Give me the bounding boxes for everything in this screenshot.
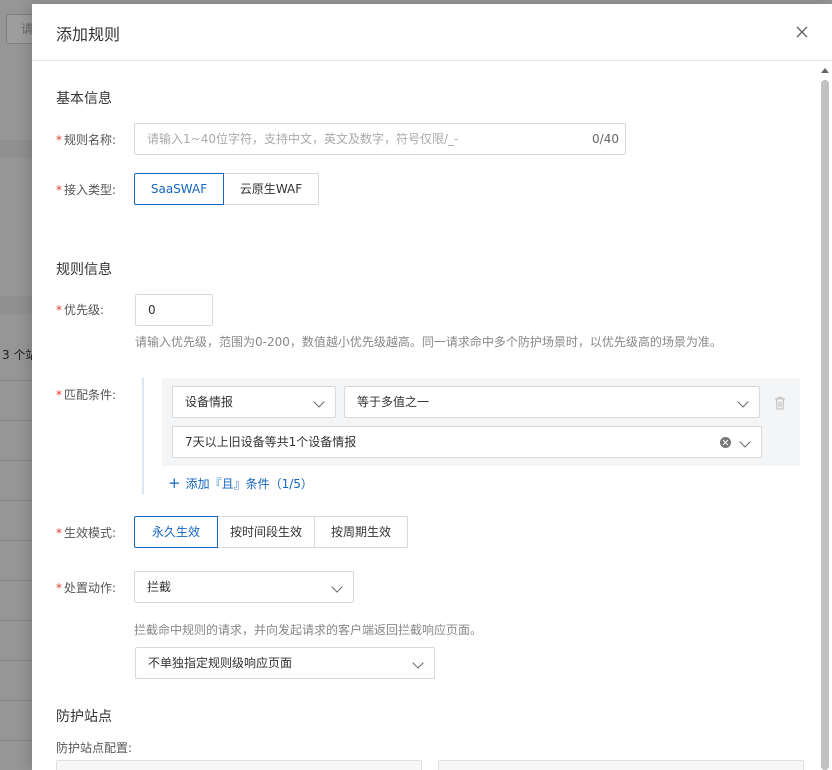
action-help-text: 拦截命中规则的请求，并向发起请求的客户端返回拦截响应页面。: [134, 623, 483, 637]
protected-sites-config-label: 防护站点配置:: [56, 741, 133, 755]
effect-mode-permanent-button[interactable]: 永久生效: [134, 516, 218, 548]
plus-icon: +: [168, 474, 181, 492]
access-type-selector: SaaSWAF 云原生WAF: [134, 173, 319, 205]
effect-mode-cycle-button[interactable]: 按周期生效: [314, 516, 408, 548]
match-condition-label: * 匹配条件:: [56, 388, 117, 402]
condition-field-select[interactable]: 设备情报: [172, 386, 336, 418]
drawer-scrollbar[interactable]: [820, 66, 830, 770]
action-label: * 处置动作:: [56, 581, 117, 595]
priority-help-text: 请输入优先级，范围为0-200，数值越小优先级越高。同一请求命中多个防护场景时，…: [135, 335, 722, 349]
add-and-condition-link[interactable]: + 添加『且』条件（1/5）: [168, 474, 313, 492]
chevron-down-icon: [313, 396, 325, 408]
required-mark: *: [56, 581, 62, 595]
selected-sites-panel[interactable]: [438, 760, 804, 770]
required-mark: *: [56, 133, 62, 147]
priority-input[interactable]: 0: [135, 294, 213, 326]
access-type-label: * 接入类型:: [56, 183, 117, 197]
scroll-up-arrow-icon[interactable]: [821, 68, 829, 73]
delete-condition-trash-icon[interactable]: [774, 396, 786, 410]
effect-mode-time-range-button[interactable]: 按时间段生效: [217, 516, 315, 548]
response-page-select[interactable]: 不单独指定规则级响应页面: [135, 647, 435, 679]
section-title-protected-sites: 防护站点: [56, 709, 112, 725]
scroll-thumb[interactable]: [821, 80, 829, 770]
section-title-basic-info: 基本信息: [56, 91, 112, 107]
required-mark: *: [56, 526, 62, 540]
available-sites-panel[interactable]: [56, 760, 422, 770]
access-type-saaswaf-button[interactable]: SaaSWAF: [134, 173, 224, 205]
chevron-down-icon: [412, 657, 424, 669]
required-mark: *: [56, 303, 62, 317]
drawer-title: 添加规则: [56, 25, 121, 44]
chevron-down-icon: [737, 396, 749, 408]
condition-value-select[interactable]: 7天以上旧设备等共1个设备情报: [172, 426, 762, 458]
chevron-down-icon: [739, 436, 751, 448]
section-title-rule-info: 规则信息: [56, 262, 112, 278]
condition-operator-select[interactable]: 等于多值之一: [344, 386, 760, 418]
effect-mode-selector: 永久生效 按时间段生效 按周期生效: [134, 516, 408, 548]
drawer-header: 添加规则: [32, 4, 832, 61]
clear-icon[interactable]: [720, 437, 731, 448]
rule-name-label: * 规则名称:: [56, 133, 117, 147]
access-type-cloud-native-waf-button[interactable]: 云原生WAF: [223, 173, 319, 205]
priority-label: * 优先级:: [56, 303, 105, 317]
required-mark: *: [56, 183, 62, 197]
rule-name-counter: 0/40: [592, 132, 619, 146]
action-select[interactable]: 拦截: [134, 571, 354, 603]
chevron-down-icon: [331, 581, 343, 593]
effect-mode-label: * 生效模式:: [56, 526, 117, 540]
add-rule-drawer: 添加规则 基本信息 * 规则名称: 请输入1~40位字符，支持中文，英文及数字，符…: [32, 4, 832, 770]
rule-name-placeholder: 请输入1~40位字符，支持中文，英文及数字，符号仅限/_-: [147, 132, 459, 146]
required-mark: *: [56, 388, 62, 402]
rule-name-input[interactable]: 请输入1~40位字符，支持中文，英文及数字，符号仅限/_- 0/40: [134, 123, 626, 155]
close-icon[interactable]: [794, 24, 810, 40]
